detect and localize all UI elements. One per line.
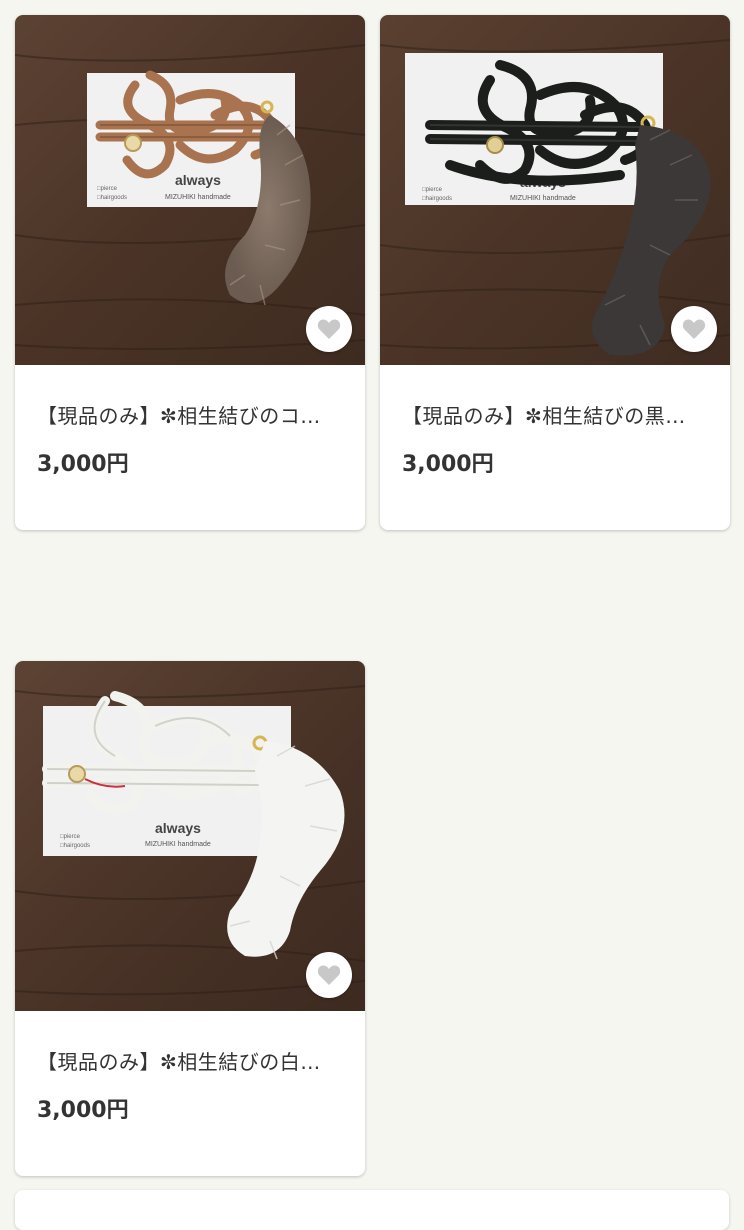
favorite-button[interactable] — [306, 306, 352, 352]
svg-text:□hairgoods: □hairgoods — [60, 843, 90, 849]
svg-text:□hairgoods: □hairgoods — [422, 196, 452, 202]
heart-icon — [682, 319, 706, 339]
svg-text:□pierce: □pierce — [60, 834, 81, 840]
product-card[interactable]: always MIZUHIKI handmade □pierce □hairgo… — [15, 15, 365, 530]
product-price: 3,000円 — [37, 1098, 129, 1123]
svg-text:□hairgoods: □hairgoods — [97, 195, 127, 201]
favorite-button[interactable] — [306, 952, 352, 998]
product-price: 3,000円 — [402, 452, 494, 477]
svg-text:□pierce: □pierce — [422, 187, 443, 193]
product-image[interactable]: always MIZUHIKI handmade □pierce □hairgo… — [15, 661, 365, 1011]
product-card[interactable]: always MIZUHIKI handmade □pierce □hairgo… — [380, 15, 730, 530]
svg-text:always: always — [175, 172, 221, 188]
product-title[interactable]: 【現品のみ】✼相生結びの黒… — [402, 400, 708, 429]
svg-text:MIZUHIKI handmade: MIZUHIKI handmade — [165, 194, 231, 201]
product-title[interactable]: 【現品のみ】✼相生結びのコ… — [37, 400, 343, 429]
product-image[interactable]: always MIZUHIKI handmade □pierce □hairgo… — [380, 15, 730, 365]
product-price: 3,000円 — [37, 452, 129, 477]
svg-text:MIZUHIKI handmade: MIZUHIKI handmade — [510, 195, 576, 202]
svg-text:always: always — [155, 820, 201, 836]
product-image[interactable]: always MIZUHIKI handmade □pierce □hairgo… — [15, 15, 365, 365]
favorite-button[interactable] — [671, 306, 717, 352]
product-card[interactable]: always MIZUHIKI handmade □pierce □hairgo… — [15, 661, 365, 1176]
heart-icon — [317, 965, 341, 985]
svg-text:MIZUHIKI handmade: MIZUHIKI handmade — [145, 841, 211, 848]
heart-icon — [317, 319, 341, 339]
svg-text:□pierce: □pierce — [97, 186, 118, 192]
product-title[interactable]: 【現品のみ】✼相生結びの白… — [37, 1046, 343, 1075]
next-card-edge — [15, 1190, 729, 1230]
